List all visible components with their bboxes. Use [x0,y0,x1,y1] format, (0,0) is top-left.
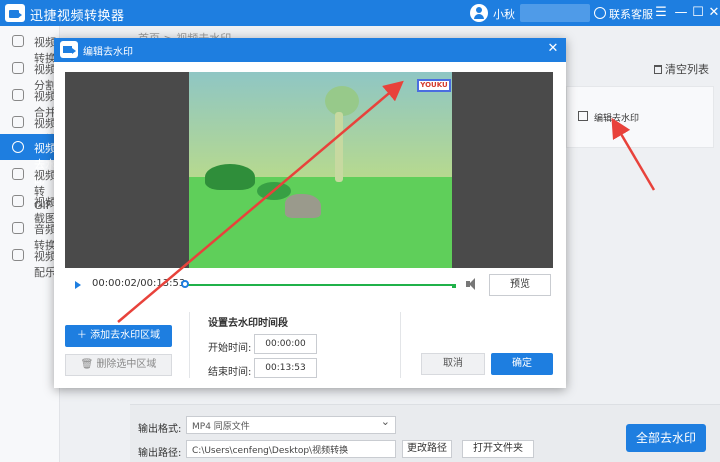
dialog-logo-icon [60,41,78,58]
path-input[interactable]: C:\Users\cenfeng\Desktop\视频转换 [186,440,396,458]
sidebar-item-merge[interactable]: 视频合并 [0,82,60,119]
video-scene-bush [257,182,291,200]
dialog-close-icon[interactable]: ✕ [545,40,561,58]
sidebar-item-split[interactable]: 视频分割 [0,55,60,92]
cancel-button[interactable]: 取消 [421,353,485,375]
video-scene-tree [325,86,359,116]
video-scene-rock [285,194,321,218]
video-scene-ground [189,177,452,268]
video-scene-tree-trunk [335,112,343,182]
clear-list-button[interactable]: 清空列表 [654,61,709,77]
divider [400,312,401,378]
app-logo-icon [5,4,25,22]
user-avatar-icon[interactable] [470,4,488,22]
sidebar-item-compress[interactable]: 视频压缩 [0,109,60,146]
screenshot-icon [12,195,24,207]
start-time-input[interactable]: 00:00:00 [254,334,317,354]
volume-icon[interactable] [466,278,480,290]
trash-icon: 🗑 [80,359,97,370]
change-path-button[interactable]: 更改路径 [402,440,452,458]
video-scene-bush [205,164,255,190]
music-icon [12,249,24,261]
support-link[interactable]: 联系客服 [609,6,653,22]
watermark-selection-box[interactable]: YOUKU [417,79,451,92]
play-icon[interactable] [75,281,81,289]
title-bar: 迅捷视频转换器 小秋 联系客服 ☰ — ☐ ✕ [0,0,720,26]
gif-icon [12,168,24,180]
path-label: 输出路径: [138,448,182,459]
user-info-redacted [520,4,590,22]
edit-icon[interactable] [578,111,588,121]
end-time-input[interactable]: 00:13:53 [254,358,317,378]
delete-region-button[interactable]: 🗑 删除选中区域 [65,354,172,376]
menu-icon[interactable]: ☰ [652,3,670,23]
format-label: 输出格式: [138,424,182,435]
remove-all-watermark-button[interactable]: 全部去水印 [626,424,706,452]
dialog-title: 编辑去水印 [83,47,133,58]
file-card [566,86,714,148]
user-name[interactable]: 小秋 [493,6,515,22]
convert-icon [12,35,24,47]
add-region-button[interactable]: ＋ 添加去水印区域 [65,325,172,347]
format-select[interactable]: MP4 同原文件 [186,415,396,434]
video-frame: YOUKU [189,72,452,268]
sidebar-item-audio[interactable]: 音频转换 [0,215,60,252]
confirm-button[interactable]: 确定 [491,353,553,375]
time-display: 00:00:02/00:13:53 [92,278,186,289]
open-folder-button[interactable]: 打开文件夹 [462,440,534,458]
delete-region-label: 删除选中区域 [96,359,157,370]
sidebar-item-gif[interactable]: 视频转GIF [0,161,60,212]
trash-icon [654,65,662,74]
edit-watermark-dialog: 编辑去水印 ✕ YOUKU 00:00:02/00:13:53 预览 ＋ 添加去… [54,38,566,388]
sidebar: 视频转换 视频分割 视频合并 视频压缩 视频去水印 视频转GIF 视频截图 音频… [0,26,60,462]
minimize-icon[interactable]: — [672,3,690,23]
close-icon[interactable]: ✕ [705,3,720,23]
sidebar-item-watermark[interactable]: 视频去水印 [0,134,60,187]
audio-icon [12,222,24,234]
video-scene-sky [189,72,452,177]
merge-icon [12,89,24,101]
start-time-label: 开始时间: [208,343,252,354]
sidebar-item-screenshot[interactable]: 视频截图 [0,188,60,225]
dialog-header: 编辑去水印 ✕ [54,38,566,62]
format-value: MP4 同原文件 [192,422,250,432]
video-preview: YOUKU [65,72,553,268]
sidebar-item-convert[interactable]: 视频转换 [0,28,60,65]
watermark-icon [12,141,24,153]
support-icon[interactable] [594,7,606,19]
time-section-title: 设置去水印时间段 [208,318,288,329]
clear-list-label: 清空列表 [665,63,709,76]
divider [189,312,190,378]
compress-icon [12,116,24,128]
progress-start-handle[interactable] [181,280,189,288]
end-time-label: 结束时间: [208,367,252,378]
app-title: 迅捷视频转换器 [30,9,125,24]
progress-track[interactable] [185,284,454,286]
preview-button[interactable]: 预览 [489,274,551,296]
sidebar-item-music[interactable]: 视频配乐 [0,242,60,279]
progress-end-handle[interactable] [452,284,456,288]
split-icon [12,62,24,74]
edit-watermark-link[interactable]: 编辑去水印 [594,111,639,124]
